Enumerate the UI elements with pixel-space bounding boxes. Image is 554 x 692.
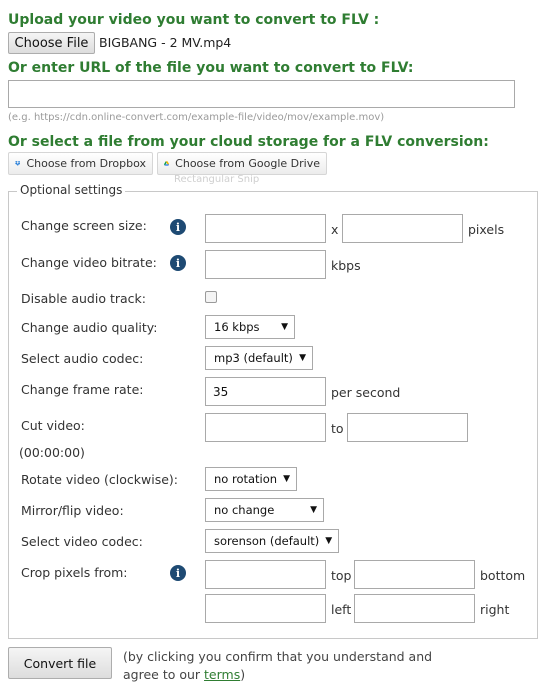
- audio-quality-value: 16 kbps: [214, 320, 260, 334]
- cut-video-hint: (00:00:00): [19, 445, 85, 460]
- snip-overlay-text: Rectangular Snip: [174, 174, 260, 185]
- crop-right-input[interactable]: [354, 594, 475, 623]
- mirror-value: no change: [214, 503, 275, 517]
- frame-rate-label: Change frame rate:: [21, 382, 144, 397]
- chevron-down-icon: ▼: [325, 536, 333, 546]
- frame-rate-unit: per second: [331, 385, 401, 400]
- dropbox-button[interactable]: Choose from Dropbox: [8, 152, 153, 175]
- chevron-down-icon: ▼: [299, 353, 306, 363]
- terms-note-line2: agree to our terms): [123, 667, 245, 682]
- crop-info-icon[interactable]: i: [170, 565, 186, 581]
- google-drive-label: Choose from Google Drive: [175, 157, 320, 170]
- audio-quality-label: Change audio quality:: [21, 320, 158, 335]
- screen-size-unit: pixels: [468, 222, 505, 237]
- crop-left-input[interactable]: [205, 594, 326, 623]
- crop-top-input[interactable]: [205, 560, 326, 589]
- video-bitrate-label: Change video bitrate:: [21, 255, 157, 270]
- optional-settings-legend: Optional settings: [17, 183, 126, 197]
- screen-size-separator: x: [331, 222, 339, 237]
- selected-file-name: BIGBANG - 2 MV.mp4: [99, 35, 232, 50]
- video-bitrate-info-icon[interactable]: i: [170, 255, 186, 271]
- screen-width-input[interactable]: [205, 214, 326, 243]
- cut-video-label: Cut video:: [21, 418, 85, 433]
- audio-codec-label: Select audio codec:: [21, 351, 144, 366]
- upload-heading: Upload your video you want to convert to…: [8, 12, 380, 28]
- cut-video-to-input[interactable]: [347, 413, 468, 442]
- screen-size-info-icon[interactable]: i: [170, 219, 186, 235]
- crop-bottom-label: bottom: [480, 568, 526, 583]
- rotate-label: Rotate video (clockwise):: [21, 472, 178, 487]
- disable-audio-label: Disable audio track:: [21, 291, 146, 306]
- disable-audio-checkbox[interactable]: [205, 291, 217, 303]
- frame-rate-input[interactable]: 35: [205, 377, 326, 406]
- google-drive-icon: [164, 161, 170, 166]
- url-hint: (e.g. https://cdn.online-convert.com/exa…: [8, 112, 385, 123]
- rotate-select[interactable]: no rotation ▼: [205, 467, 297, 491]
- chevron-down-icon: ▼: [310, 505, 317, 515]
- audio-codec-value: mp3 (default): [214, 351, 293, 365]
- dropbox-label: Choose from Dropbox: [26, 157, 146, 170]
- video-codec-select[interactable]: sorenson (default) ▼: [205, 529, 339, 553]
- url-input[interactable]: [8, 80, 515, 108]
- crop-right-label: right: [480, 602, 510, 617]
- video-bitrate-unit: kbps: [331, 258, 361, 273]
- cut-video-separator: to: [331, 421, 344, 436]
- terms-note-line1: (by clicking you confirm that you unders…: [123, 649, 433, 664]
- terms-note-suffix: ): [240, 667, 246, 682]
- mirror-label: Mirror/flip video:: [21, 503, 124, 518]
- terms-note-prefix: agree to our: [123, 667, 205, 682]
- url-heading: Or enter URL of the file you want to con…: [8, 60, 414, 76]
- screen-size-label: Change screen size:: [21, 218, 147, 233]
- mirror-select[interactable]: no change ▼: [205, 498, 324, 522]
- audio-codec-select[interactable]: mp3 (default) ▼: [205, 346, 313, 370]
- cloud-heading: Or select a file from your cloud storage…: [8, 134, 489, 150]
- chevron-down-icon: ▼: [283, 474, 290, 484]
- screen-height-input[interactable]: [342, 214, 463, 243]
- rotate-value: no rotation: [214, 472, 278, 486]
- crop-left-label: left: [331, 602, 352, 617]
- google-drive-button[interactable]: Choose from Google Drive: [157, 152, 327, 175]
- terms-link[interactable]: terms: [204, 667, 240, 682]
- cut-video-from-input[interactable]: [205, 413, 326, 442]
- crop-label: Crop pixels from:: [21, 565, 128, 580]
- video-codec-label: Select video codec:: [21, 534, 143, 549]
- dropbox-icon: [15, 160, 21, 166]
- chevron-down-icon: ▼: [281, 322, 288, 332]
- audio-quality-select[interactable]: 16 kbps ▼: [205, 315, 295, 339]
- crop-top-label: top: [331, 568, 352, 583]
- crop-bottom-input[interactable]: [354, 560, 475, 589]
- video-codec-value: sorenson (default): [214, 534, 320, 548]
- convert-file-button[interactable]: Convert file: [8, 647, 112, 679]
- choose-file-button[interactable]: Choose File: [8, 32, 95, 54]
- video-bitrate-input[interactable]: [205, 250, 326, 279]
